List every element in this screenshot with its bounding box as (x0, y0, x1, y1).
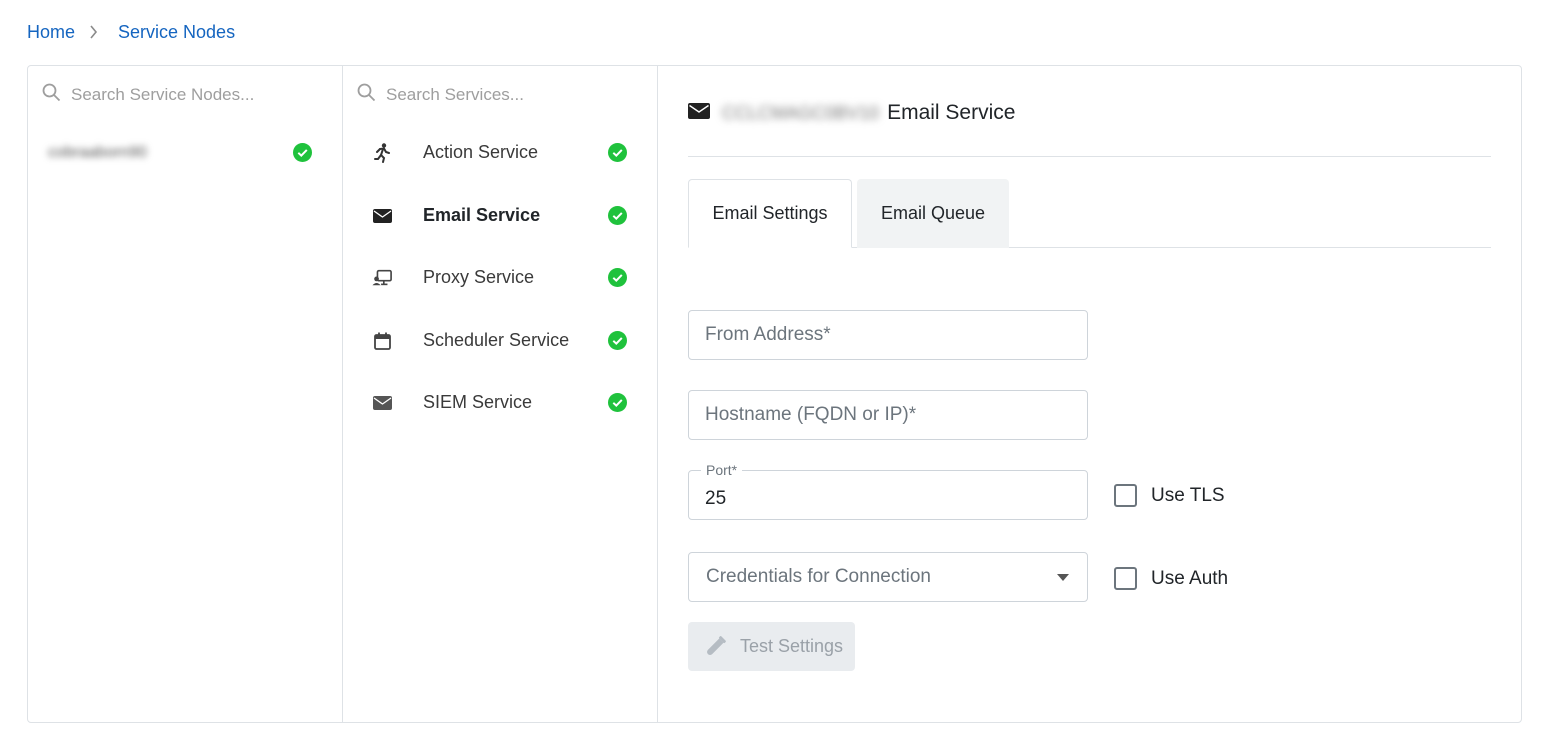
detail-header: CCLCMAGC0BV10 Email Service (688, 98, 1015, 128)
checkbox-box[interactable] (1114, 567, 1137, 590)
use-auth-label: Use Auth (1151, 567, 1229, 589)
detail-node-name: CCLCMAGC0BV10 (722, 102, 880, 123)
proxy-icon (372, 269, 392, 287)
tab-email-queue[interactable]: Email Queue (857, 179, 1009, 248)
check-circle-icon (608, 143, 627, 162)
service-label: Scheduler Service (423, 330, 570, 350)
chevron-right-icon (89, 25, 98, 39)
check-circle-icon (608, 393, 627, 412)
service-item-proxy[interactable]: Proxy Service (343, 258, 657, 298)
breadcrumb: Home Service Nodes (27, 20, 235, 44)
caret-down-icon (1057, 574, 1069, 581)
test-tube-icon (702, 634, 728, 660)
service-label: Action Service (423, 142, 539, 162)
checkbox-box[interactable] (1114, 484, 1137, 507)
service-label: Email Service (423, 205, 541, 225)
tab-bar: Email Settings Email Queue (688, 179, 1491, 248)
service-nodes-column: cobraaborn90 (28, 66, 343, 722)
credentials-select[interactable]: Credentials for Connection (688, 552, 1088, 602)
test-settings-label: Test Settings (740, 636, 844, 656)
service-label: SIEM Service (423, 392, 533, 412)
use-auth-checkbox[interactable]: Use Auth (1114, 567, 1228, 590)
service-item-siem[interactable]: SIEM Service (343, 383, 657, 423)
node-item[interactable]: cobraaborn90 (28, 136, 342, 170)
search-icon (357, 83, 376, 107)
check-circle-icon (608, 268, 627, 287)
from-address-input[interactable] (705, 311, 1071, 359)
envelope-icon (372, 207, 392, 225)
test-settings-button[interactable]: Test Settings (688, 622, 855, 671)
node-search-input[interactable] (71, 85, 311, 105)
use-tls-label: Use TLS (1151, 484, 1225, 506)
check-circle-icon (608, 206, 627, 225)
search-icon (42, 83, 61, 107)
service-label: Proxy Service (423, 267, 535, 287)
divider (688, 156, 1491, 157)
service-item-scheduler[interactable]: Scheduler Service (343, 321, 657, 361)
check-circle-icon (608, 331, 627, 350)
hostname-field (688, 390, 1088, 440)
node-search (42, 82, 322, 108)
service-item-email[interactable]: Email Service (343, 196, 657, 236)
service-detail: CCLCMAGC0BV10 Email Service Email Settin… (658, 66, 1521, 722)
calendar-icon (372, 332, 392, 350)
breadcrumb-home-link[interactable]: Home (27, 22, 75, 43)
running-person-icon (372, 143, 392, 163)
envelope-icon (372, 394, 392, 412)
port-field: Port* (688, 462, 1088, 520)
services-column: Action Service Email Service Proxy Servi… (343, 66, 658, 722)
tab-email-settings[interactable]: Email Settings (688, 179, 852, 248)
port-input[interactable] (705, 479, 1071, 519)
envelope-icon (688, 101, 710, 125)
port-label: Port* (701, 462, 743, 478)
main-panel: cobraaborn90 Action Service (27, 65, 1522, 723)
service-item-action[interactable]: Action Service (343, 133, 657, 173)
node-name: cobraaborn90 (48, 144, 147, 161)
use-tls-checkbox[interactable]: Use TLS (1114, 484, 1225, 507)
from-address-field (688, 310, 1088, 360)
service-search (357, 82, 637, 108)
check-circle-icon (293, 143, 312, 162)
service-search-input[interactable] (386, 85, 626, 105)
detail-title: Email Service (887, 101, 1016, 124)
breadcrumb-current-link[interactable]: Service Nodes (118, 22, 235, 43)
hostname-input[interactable] (705, 391, 1071, 439)
credentials-placeholder: Credentials for Connection (706, 566, 931, 587)
